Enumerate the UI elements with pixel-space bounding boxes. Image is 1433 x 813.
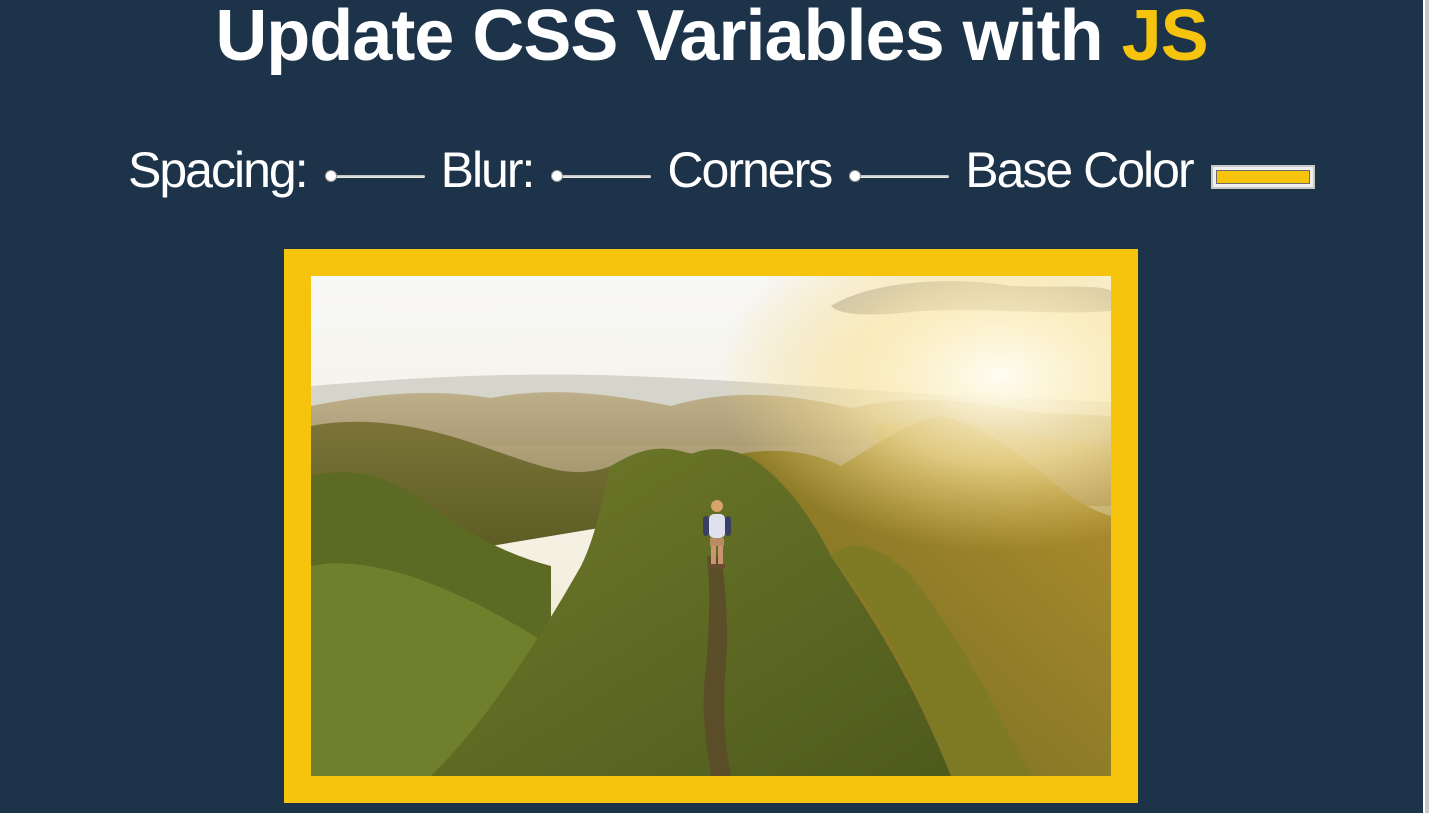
corners-slider[interactable] (849, 167, 950, 187)
page-scrollbar[interactable] (1423, 0, 1433, 813)
image-frame (284, 249, 1138, 803)
base-color-swatch (1215, 170, 1310, 184)
base-color-picker[interactable] (1210, 165, 1315, 189)
spacing-label: Spacing: (128, 142, 309, 198)
base-color-label: Base Color (965, 142, 1194, 198)
blur-slider[interactable] (551, 167, 652, 187)
spacing-slider-thumb[interactable] (324, 170, 337, 182)
spacing-slider[interactable] (324, 167, 425, 187)
photo-illustration (311, 276, 1111, 776)
controls-bar: Spacing: Blur: Corners Base Color (128, 138, 1315, 202)
mountain-hiker-photo (311, 276, 1111, 776)
title-prefix: Update CSS Variables with (215, 0, 1122, 76)
blur-slider-thumb[interactable] (551, 170, 564, 182)
corners-label: Corners (667, 142, 833, 198)
blur-slider-rail (551, 175, 652, 178)
title-highlight: JS (1121, 0, 1209, 76)
page-title: Update CSS Variables with JS (0, 0, 1423, 86)
spacing-slider-rail (324, 175, 425, 178)
scrollbar-track[interactable] (1425, 0, 1429, 813)
blur-label: Blur: (440, 142, 536, 198)
corners-slider-thumb[interactable] (849, 170, 862, 182)
corners-slider-rail (849, 175, 950, 178)
